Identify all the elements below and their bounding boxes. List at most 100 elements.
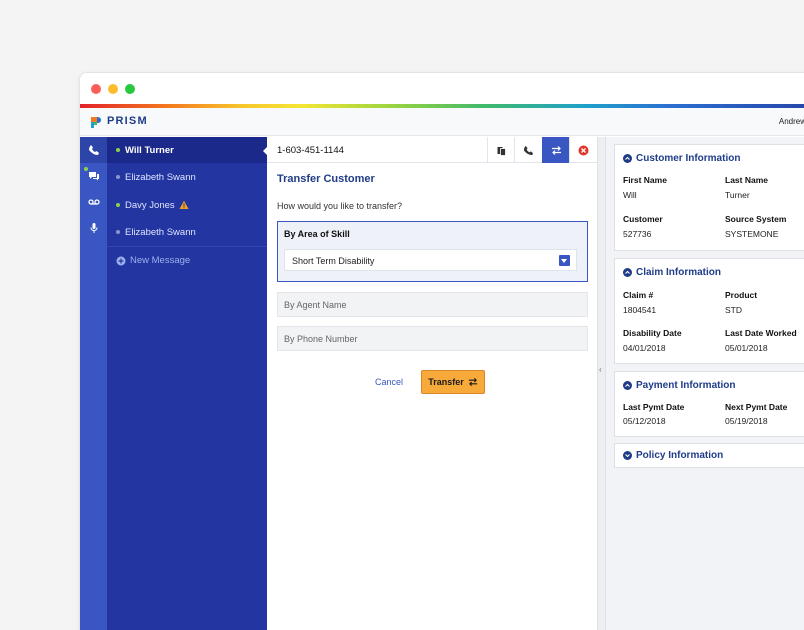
customer-id-value: 527736 [623, 229, 652, 239]
chevron-down-circle-icon [623, 451, 632, 460]
chat-icon [88, 172, 99, 181]
phone-icon [88, 145, 99, 155]
payment-info-header[interactable]: Payment Information [623, 380, 735, 391]
maximize-window-button[interactable] [125, 84, 135, 94]
chevron-up-circle-icon [623, 154, 632, 163]
rail-phone-button[interactable] [80, 137, 107, 163]
online-status-dot [116, 148, 120, 152]
chevron-up-circle-icon [623, 268, 632, 277]
last-date-worked-value: 05/01/2018 [725, 343, 768, 353]
skill-select-value: Short Term Disability [292, 256, 375, 266]
clipboard-icon [497, 146, 506, 156]
transfer-title: Transfer Customer [277, 173, 375, 185]
phone-number-field[interactable]: By Phone Number [277, 326, 588, 351]
phone-number: 1-603-451-1144 [277, 145, 344, 156]
last-date-worked-label: Last Date Worked [725, 328, 797, 338]
agent-name-field[interactable]: By Agent Name [277, 292, 588, 317]
transfer-button-label: Transfer [428, 377, 464, 387]
call-toolbar: 1-603-451-1144 [267, 137, 597, 163]
new-message-label: New Message [130, 255, 191, 266]
conversation-item-davy-jones[interactable]: Davy Jones [107, 192, 267, 218]
agent-name-placeholder: By Agent Name [284, 300, 347, 310]
conversation-item-elizabeth-swann-2[interactable]: Elizabeth Swann [107, 219, 267, 245]
claim-number-label: Claim # [623, 290, 654, 300]
close-window-button[interactable] [91, 84, 101, 94]
transfer-toggle-button[interactable] [542, 137, 569, 163]
prism-logo-icon [91, 117, 101, 128]
transfer-arrows-icon [468, 377, 477, 387]
skill-select[interactable]: Short Term Disability [284, 249, 577, 271]
source-system-value: SYSTEMONE [725, 229, 779, 239]
transfer-button[interactable]: Transfer [421, 370, 485, 394]
payment-info-title: Payment Information [636, 380, 736, 391]
offline-status-dot [116, 230, 120, 234]
customer-info-card: Customer Information First Name Will Las… [614, 144, 804, 251]
last-name-label: Last Name [725, 175, 768, 185]
last-payment-date-label: Last Pymt Date [623, 402, 685, 412]
rail-chat-button[interactable] [80, 163, 107, 189]
customer-id-label: Customer [623, 214, 663, 224]
first-name-value: Will [623, 190, 637, 200]
cancel-button[interactable]: Cancel [375, 377, 403, 387]
claim-info-card: Claim Information Claim # 1804541 Produc… [614, 258, 804, 364]
plus-circle-icon [116, 256, 126, 265]
offline-status-dot [116, 175, 120, 179]
panel-splitter[interactable]: ‹ [597, 137, 606, 630]
close-circle-icon [578, 145, 588, 155]
conversation-list: Will Turner Elizabeth Swann Davy Jones E… [107, 137, 267, 630]
chevron-up-circle-icon [623, 381, 632, 390]
title-bar [80, 73, 804, 105]
app-window: PRISM Andrew Ba Will Turner Elizabeth Sw… [79, 72, 804, 630]
claim-info-title: Claim Information [636, 267, 722, 278]
phone-icon [523, 145, 533, 155]
copy-button[interactable] [487, 137, 514, 163]
warning-icon [179, 200, 189, 209]
conversation-name: Elizabeth Swann [125, 171, 196, 183]
product-value: STD [725, 305, 742, 315]
policy-info-title: Policy Information [636, 450, 724, 461]
end-call-button[interactable] [569, 137, 596, 163]
voicemail-icon [87, 199, 100, 205]
collapse-arrow-icon[interactable]: ‹ [599, 365, 602, 374]
microphone-icon [90, 223, 97, 233]
customer-info-header[interactable]: Customer Information [623, 153, 740, 164]
customer-info-title: Customer Information [636, 153, 741, 164]
claim-info-header[interactable]: Claim Information [623, 267, 721, 278]
customer-info-panel: Customer Information First Name Will Las… [606, 137, 804, 630]
phone-number-placeholder: By Phone Number [284, 334, 358, 344]
conversation-item-elizabeth-swann[interactable]: Elizabeth Swann [107, 164, 267, 190]
conversation-name: Davy Jones [125, 199, 175, 211]
last-name-value: Turner [725, 190, 750, 200]
skill-label: By Area of Skill [284, 229, 350, 239]
call-button[interactable] [514, 137, 541, 163]
payment-info-card: Payment Information Last Pymt Date 05/12… [614, 371, 804, 437]
policy-info-header[interactable]: Policy Information [623, 450, 723, 461]
skill-section[interactable]: By Area of Skill Short Term Disability [277, 221, 588, 282]
chat-notification-dot [84, 167, 88, 171]
new-message-button[interactable]: New Message [116, 255, 190, 266]
conversation-name: Will Turner [125, 144, 174, 156]
next-payment-date-label: Next Pymt Date [725, 402, 788, 412]
app-header: PRISM Andrew Ba [80, 108, 804, 136]
chevron-down-icon[interactable] [559, 255, 570, 266]
product-label: Product [725, 290, 758, 300]
transfer-question: How would you like to transfer? [277, 201, 403, 211]
minimize-window-button[interactable] [108, 84, 118, 94]
next-payment-date-value: 05/19/2018 [725, 416, 768, 426]
rail-microphone-button[interactable] [80, 215, 107, 241]
rail-voicemail-button[interactable] [80, 189, 107, 215]
source-system-label: Source System [725, 214, 787, 224]
user-name[interactable]: Andrew Ba [779, 117, 804, 126]
disability-date-label: Disability Date [623, 328, 682, 338]
claim-number-value: 1804541 [623, 305, 657, 315]
channel-rail [80, 137, 107, 630]
first-name-label: First Name [623, 175, 667, 185]
online-status-dot [116, 203, 120, 207]
policy-info-card: Policy Information [614, 443, 804, 468]
conversation-item-will-turner[interactable]: Will Turner [107, 137, 267, 163]
transfer-arrows-icon [551, 145, 561, 155]
app-brand: PRISM [107, 115, 148, 127]
conversation-name: Elizabeth Swann [125, 226, 196, 238]
disability-date-value: 04/01/2018 [623, 343, 666, 353]
transfer-panel: 1-603-451-1144 Transfer Customer How wou… [267, 137, 597, 630]
